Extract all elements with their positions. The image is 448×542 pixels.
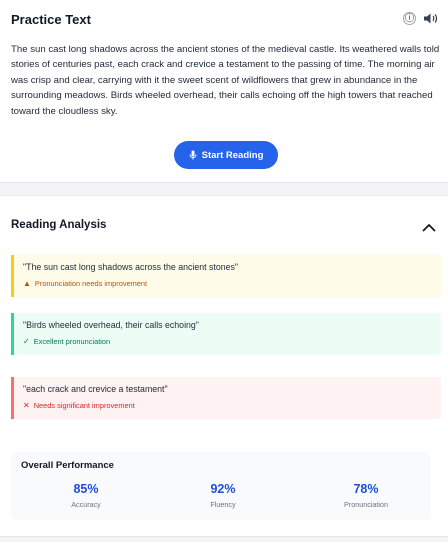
speaker-icon[interactable] [423, 12, 438, 25]
warning-icon: ▲ [23, 279, 31, 288]
microphone-icon [189, 150, 197, 160]
close-icon: ✕ [23, 401, 30, 410]
feedback-item-needs-improvement: "The sun cast long shadows across the an… [11, 255, 441, 297]
practice-passage: The sun cast long shadows across the anc… [11, 44, 440, 117]
metric-label: Fluency [210, 500, 236, 509]
metric-accuracy: 85% Accuracy [36, 482, 136, 509]
overall-performance-title: Overall Performance [21, 460, 114, 471]
feedback-status: ✓ Excellent pronunciation [23, 337, 441, 346]
reading-analysis-card: Reading Analysis "The sun cast long shad… [0, 195, 448, 537]
info-icon[interactable]: ⓘ [403, 12, 416, 25]
metric-pronunciation: 78% Pronunciation [316, 482, 416, 509]
overall-performance-panel: Overall Performance 85% Accuracy 92% Flu… [11, 452, 431, 520]
feedback-quote: "The sun cast long shadows across the an… [23, 262, 239, 272]
metric-label: Pronunciation [344, 500, 388, 509]
practice-title: Practice Text [11, 12, 91, 27]
metric-value: 92% [210, 482, 236, 496]
practice-header-actions: ⓘ [403, 12, 438, 25]
chevron-up-icon[interactable] [422, 219, 436, 237]
metric-label: Accuracy [71, 500, 101, 509]
check-icon: ✓ [23, 337, 30, 346]
metric-value: 85% [73, 482, 99, 496]
feedback-status-text: Excellent pronunciation [33, 337, 111, 346]
feedback-item-significant-improvement: "each crack and crevice a testament" ✕ N… [11, 377, 441, 419]
feedback-quote: "each crack and crevice a testament" [23, 384, 168, 394]
practice-text-card: Practice Text ⓘ The sun cast long shadow… [0, 0, 448, 183]
start-reading-button[interactable]: Start Reading [174, 141, 278, 169]
feedback-item-excellent: "Birds wheeled overhead, their calls ech… [11, 313, 441, 355]
feedback-quote: "Birds wheeled overhead, their calls ech… [23, 320, 199, 330]
analysis-title: Reading Analysis [11, 219, 107, 231]
feedback-status-text: Pronunciation needs improvement [34, 279, 148, 288]
start-reading-label: Start Reading [201, 149, 264, 161]
metric-value: 78% [353, 482, 379, 496]
metric-fluency: 92% Fluency [173, 482, 273, 509]
feedback-status-text: Needs significant improvement [33, 401, 135, 410]
feedback-status: ▲ Pronunciation needs improvement [23, 279, 441, 288]
feedback-status: ✕ Needs significant improvement [23, 401, 441, 410]
